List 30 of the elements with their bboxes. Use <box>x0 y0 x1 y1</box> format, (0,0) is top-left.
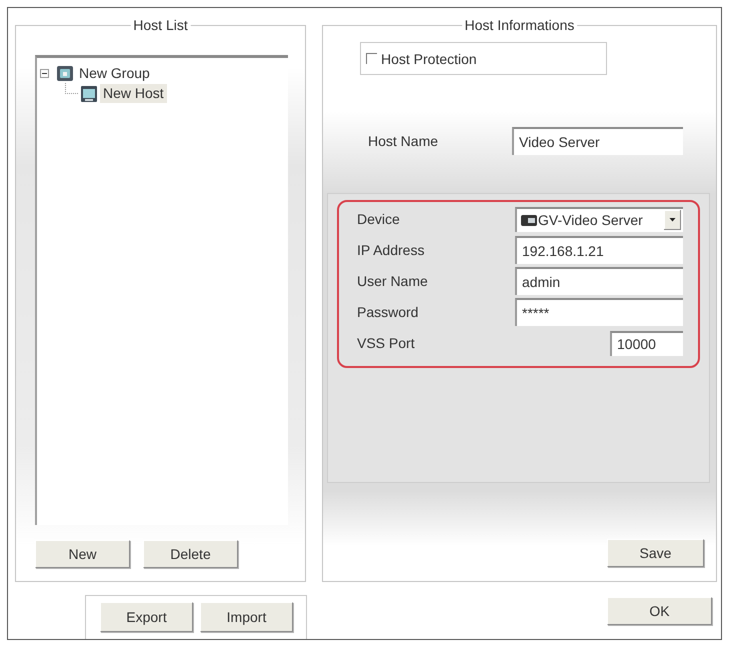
panel-title: Host Informations <box>462 17 578 33</box>
field-label: Password <box>357 304 420 320</box>
text-field[interactable]: admin <box>515 267 683 295</box>
field-label: VSS Port <box>357 335 416 351</box>
text-field[interactable]: ***** <box>515 298 683 326</box>
port-field[interactable]: 10000 <box>610 330 683 356</box>
save-button[interactable]: Save <box>607 539 704 567</box>
host-name-field[interactable]: Video Server <box>512 127 683 155</box>
field-label: Host Name <box>368 133 440 149</box>
tree-item[interactable]: New Group <box>76 64 153 82</box>
new-button[interactable]: New <box>35 540 130 568</box>
ok-button[interactable]: OK <box>607 597 712 625</box>
export-button[interactable]: Export <box>100 602 193 632</box>
field-label: Device <box>357 211 401 227</box>
field-label: User Name <box>357 273 429 289</box>
caret-icon[interactable] <box>664 210 681 230</box>
device-dropdown[interactable]: GV-Video Server <box>515 206 683 232</box>
tree-item[interactable]: New Host <box>100 84 167 102</box>
import-button[interactable]: Import <box>200 602 293 632</box>
checkbox-icon[interactable] <box>366 53 377 64</box>
delete-button[interactable]: Delete <box>143 540 238 568</box>
panel-title: Host List <box>130 17 191 33</box>
monitor-icon <box>81 86 97 102</box>
checkbox-label[interactable]: Host Protection <box>381 50 477 66</box>
field-label: IP Address <box>357 242 426 258</box>
text-field[interactable]: 192.168.1.21 <box>515 236 683 264</box>
group-icon <box>57 65 73 81</box>
device-icon <box>521 214 537 226</box>
tree-connector-line <box>65 83 79 94</box>
collapse-icon[interactable] <box>40 68 49 78</box>
